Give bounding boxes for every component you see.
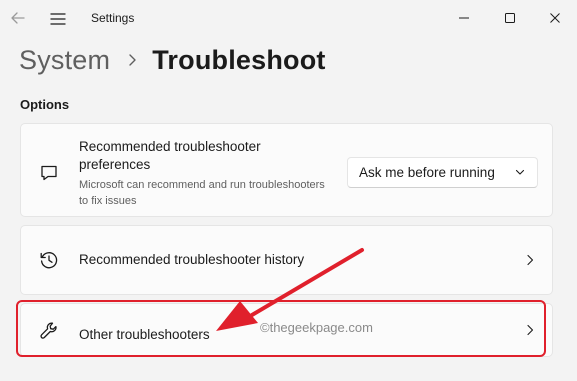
breadcrumb-chevron-icon: [128, 53, 138, 67]
window-title: Settings: [91, 11, 135, 25]
breadcrumb: System Troubleshoot: [19, 40, 326, 80]
recommended-preferences-title: Recommended troubleshooter preferences: [79, 139, 261, 172]
troubleshooter-history-title: Recommended troubleshooter history: [79, 252, 305, 267]
recommended-preferences-card: Recommended troubleshooter preferences M…: [20, 123, 553, 217]
chevron-down-icon: [515, 165, 525, 180]
troubleshooter-history-card[interactable]: Recommended troubleshooter history: [20, 225, 553, 295]
maximize-button[interactable]: [496, 4, 524, 32]
chevron-right-icon: [524, 254, 536, 266]
watermark: ©thegeekpage.com: [260, 320, 373, 335]
close-icon: [550, 13, 560, 23]
minimize-button[interactable]: [450, 4, 478, 32]
troubleshooter-preference-dropdown[interactable]: Ask me before running: [347, 157, 538, 188]
title-bar: Settings: [0, 0, 577, 38]
wrench-icon: [38, 320, 60, 342]
back-arrow-icon[interactable]: [8, 8, 28, 28]
dropdown-selected-value: Ask me before running: [359, 165, 495, 180]
maximize-icon: [505, 13, 515, 23]
recommended-preferences-description: Microsoft can recommend and run troubles…: [79, 179, 325, 207]
chevron-right-icon: [524, 324, 536, 336]
breadcrumb-system-link[interactable]: System: [19, 45, 110, 76]
hamburger-menu-icon[interactable]: [48, 9, 68, 29]
message-icon: [38, 162, 60, 184]
options-section-label: Options: [20, 97, 70, 112]
page-title: Troubleshoot: [152, 44, 326, 75]
other-troubleshooters-title: Other troubleshooters: [79, 327, 210, 342]
history-icon: [38, 249, 60, 271]
close-button[interactable]: [541, 4, 569, 32]
minimize-icon: [459, 17, 469, 19]
